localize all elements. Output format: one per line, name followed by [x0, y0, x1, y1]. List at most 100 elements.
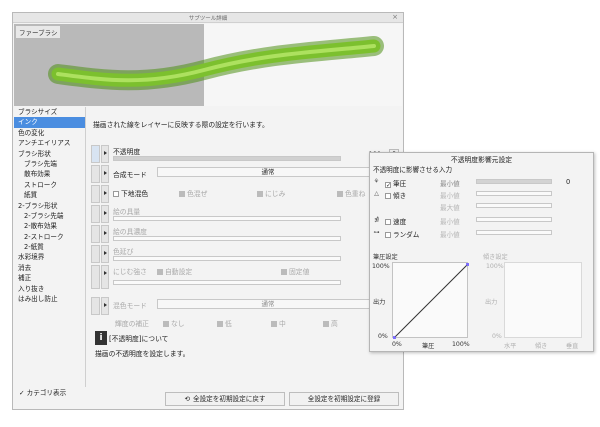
source-row: ⋬ 速度 最小値 [372, 215, 592, 226]
category-item[interactable]: 色の変化 [14, 128, 85, 138]
luminance-low-option[interactable]: 低 [217, 318, 232, 328]
overlay-option[interactable]: 色重ね [337, 188, 365, 198]
min-max-label: 最小値 [440, 180, 460, 188]
auto-setting-option[interactable]: 自動設定 [157, 266, 192, 276]
register-defaults-button[interactable]: 全設定を初期設定に登録 [289, 392, 399, 406]
expand-arrow-icon[interactable] [101, 145, 109, 163]
tilt-y-top-label: 100% [486, 263, 504, 270]
min-max-slider[interactable] [476, 230, 552, 235]
category-item[interactable]: 2-ブラシ先端 [14, 211, 85, 221]
category-item[interactable]: 散布効果 [14, 169, 85, 179]
source-checkbox[interactable]: 傾き [385, 190, 406, 200]
luminance-high-option[interactable]: 高 [323, 318, 338, 328]
fixed-value-option[interactable]: 固定値 [281, 266, 309, 276]
category-item[interactable]: 2-ストローク [14, 232, 85, 242]
min-max-label: 最小値 [440, 218, 460, 226]
category-item[interactable]: 2-散布効果 [14, 221, 85, 231]
paint-amount-label: 絵の具量 [113, 208, 141, 216]
underlay-checkbox[interactable]: 下地混色 [113, 188, 148, 198]
input-source-icon: ⋬ [373, 216, 380, 223]
show-category-label: カテゴリ表示 [26, 389, 67, 397]
min-max-label: 最小値 [440, 192, 460, 200]
blur-strength-label: にじむ強さ [113, 268, 147, 276]
subtool-detail-window: サブツール詳細 × ファーブラシ ブラシサイズ インク 色の変化 アンチエイリアス ブラ… [12, 12, 404, 410]
blend-mode-row: 合成モード 通常 [91, 165, 403, 183]
show-category-checkbox[interactable]: ✓ カテゴリ表示 [19, 387, 66, 397]
blur-strength-slider[interactable] [113, 280, 341, 285]
expand-arrow-icon[interactable] [101, 185, 109, 203]
tilt-x-right-label: 垂直 [566, 343, 579, 350]
tilt-x-axis-label: 傾き [535, 343, 548, 350]
source-row: ⊶ ランダム 最小値 [372, 228, 592, 239]
source-row: ⚘ ✓ 筆圧 最小値 0 [372, 177, 592, 189]
y-bottom-label: 0% [378, 333, 388, 340]
expand-arrow-icon[interactable] [101, 165, 109, 183]
category-item[interactable]: ブラシ先端 [14, 159, 85, 169]
luminance-mid-option[interactable]: 中 [271, 318, 286, 328]
close-icon[interactable]: × [392, 13, 398, 21]
ink-settings: 描画された線をレイヤーに反映する際の設定を行います。 不透明度 100 ⚘ 合成… [87, 107, 403, 387]
min-max-slider[interactable] [476, 179, 552, 184]
window-title: サブツール詳細 [188, 16, 228, 22]
category-item[interactable]: アンチエイリアス [14, 138, 85, 148]
blend-colors-option[interactable]: 色混ぜ [179, 188, 207, 198]
color-stretch-label: 色延び [113, 248, 134, 256]
bottom-buttons: ⟲ 全設定を初期設定に戻す 全設定を初期設定に登録 [87, 392, 403, 408]
min-value[interactable]: 0 [566, 178, 570, 186]
tilt-y-bottom-label: 0% [492, 333, 502, 340]
expand-arrow-icon[interactable] [101, 265, 109, 289]
mix-mode-label: 混色モード [113, 302, 147, 310]
paint-density-slider[interactable] [113, 236, 341, 241]
color-stretch-slider[interactable] [113, 256, 341, 261]
min-max-slider[interactable] [476, 217, 552, 222]
panel-title: 不透明度影響元設定 [450, 156, 513, 164]
reset-defaults-button[interactable]: ⟲ 全設定を初期設定に戻す [165, 392, 285, 406]
category-item[interactable]: インク [14, 117, 85, 128]
blur-option[interactable]: にじみ [257, 188, 285, 198]
help-box: i [不透明度]について 描画の不透明度を設定します。 [95, 331, 395, 371]
expand-arrow-icon[interactable] [101, 297, 109, 315]
tilt-curve-graph [504, 262, 582, 338]
category-item[interactable]: ストローク [14, 180, 85, 190]
category-item[interactable]: ブラシサイズ [14, 107, 85, 117]
mix-mode-select[interactable]: 通常 [157, 299, 379, 309]
source-checkbox[interactable]: ✓ 筆圧 [385, 178, 406, 189]
expand-arrow-icon[interactable] [101, 225, 109, 243]
expand-arrow-icon[interactable] [101, 245, 109, 263]
pressure-curve-graph[interactable] [392, 262, 469, 339]
category-list: ブラシサイズ インク 色の変化 アンチエイリアス ブラシ形状 ブラシ先端 散布効果 ストローク… [14, 107, 86, 387]
category-item[interactable]: 入り抜き [14, 284, 85, 294]
expand-arrow-icon[interactable] [101, 205, 109, 223]
tilt-graph-title: 傾き設定 [483, 254, 508, 261]
category-item[interactable]: 2-紙質 [14, 242, 85, 252]
opacity-source-panel: 不透明度影響元設定 不透明度に影響させる入力 ⚘ ✓ 筆圧 最小値 0 △ 傾き 最小値 最大値… [369, 152, 594, 352]
tilt-x-left-label: 水平 [504, 343, 517, 350]
source-checkbox[interactable]: 速度 [385, 216, 406, 226]
category-item[interactable]: 補正 [14, 273, 85, 283]
min-max-label: 最大値 [440, 204, 460, 212]
color-stretch-row: 色延び [91, 245, 403, 263]
category-item[interactable]: はみ出し防止 [14, 294, 85, 304]
opacity-slider[interactable] [113, 156, 341, 161]
eye-icon[interactable] [91, 145, 100, 163]
blend-mode-select[interactable]: 通常 [157, 167, 379, 177]
category-item[interactable]: 消去 [14, 263, 85, 273]
category-item[interactable]: 紙質 [14, 190, 85, 200]
luminance-none-option[interactable]: なし [163, 318, 185, 328]
blend-mode-label: 合成モード [113, 171, 147, 179]
source-checkbox[interactable]: ランダム [385, 229, 419, 239]
underlay-row: 下地混色 色混ぜ にじみ 色重ね [91, 185, 403, 203]
x-axis-label: 筆圧 [422, 343, 435, 350]
check-icon: ✓ [19, 389, 25, 397]
paint-amount-slider[interactable] [113, 216, 341, 221]
input-source-icon: ⊶ [373, 229, 380, 236]
blur-strength-row: にじむ強さ 自動設定 固定値 [91, 265, 403, 289]
input-source-icon: ⚘ [373, 178, 380, 185]
min-max-slider[interactable] [476, 191, 552, 196]
opacity-row: 不透明度 100 ⚘ [91, 145, 403, 163]
input-source-icon: △ [374, 190, 379, 197]
category-item[interactable]: 2-ブラシ形状 [14, 201, 85, 211]
min-max-slider[interactable] [476, 203, 552, 208]
category-item[interactable]: 水彩境界 [14, 252, 85, 262]
category-item[interactable]: ブラシ形状 [14, 149, 85, 159]
